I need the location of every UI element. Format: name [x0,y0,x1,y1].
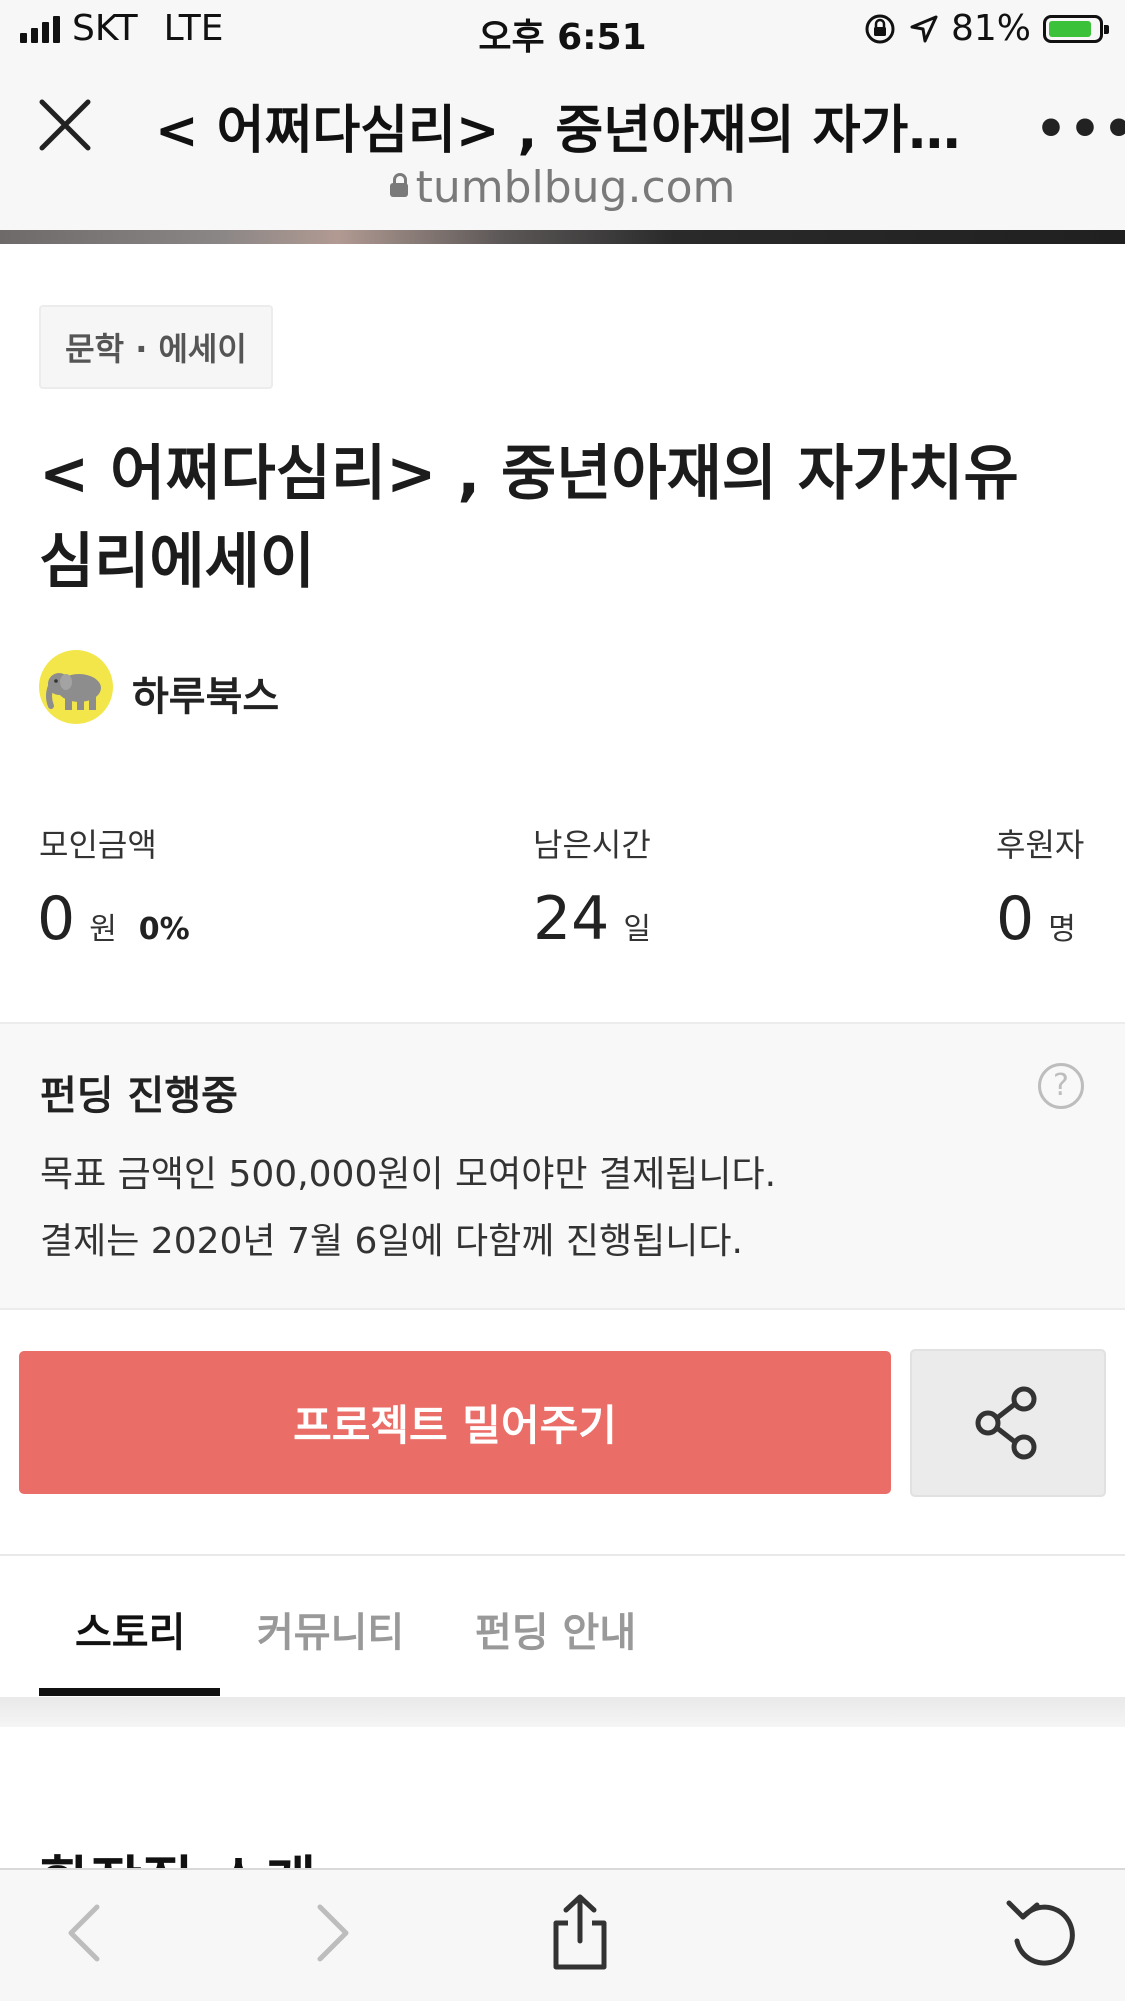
funding-goal-text: 목표 금액인 500,000원이 모여야만 결제됩니다. [40,1154,777,1195]
project-title: < 어쩌다심리> , 중년아재의 자가치유 심리에세이 [39,430,1089,606]
url-text: tumblbug.com [415,162,736,213]
url-bar[interactable]: tumblbug.com [0,162,1125,213]
share-icon [975,1386,1037,1460]
remaining-label: 남은시간 [533,826,651,864]
forward-icon[interactable] [292,1893,372,1973]
section-divider [0,1554,1125,1556]
raised-unit: 원 [89,912,117,947]
battery-icon [1043,14,1109,43]
raised-label: 모인금액 [39,826,157,864]
status-right: 81% [863,8,1109,49]
share-button[interactable] [910,1349,1106,1497]
project-title-line1: < 어쩌다심리> , 중년아재의 자가치유 [39,439,1019,509]
remaining-value: 24 [533,884,610,954]
back-icon[interactable] [45,1893,125,1973]
tab-bar-shadow [0,1697,1125,1727]
creator-avatar[interactable] [39,650,113,724]
funding-status: 펀딩 진행중 [40,1073,238,1119]
story-heading-peek: 환장질 스케 [39,1838,316,1868]
backers-value: 0 [996,884,1035,954]
location-icon [910,15,938,42]
tab-funding-guide[interactable]: 펀딩 안내 [475,1600,636,1658]
status-bar: SKT LTE 오후 6:51 81% [0,0,1125,60]
funding-payment-text: 결제는 2020년 7월 6일에 다함께 진행됩니다. [40,1221,743,1262]
remaining-stat: 24 일 [533,884,651,954]
active-tab-indicator [39,1688,220,1696]
push-project-button[interactable]: 프로젝트 밀어주기 [19,1351,891,1494]
raised-percent: 0% [138,912,190,947]
raised-stat: 0 원 0% [37,884,190,954]
share-sheet-icon[interactable] [540,1893,620,1973]
browser-tab-title: < 어쩌다심리> , 중년아재의 자가… [155,101,961,161]
help-icon[interactable]: ? [1038,1063,1084,1109]
tab-community[interactable]: 커뮤니티 [257,1600,404,1658]
rotation-lock-icon [865,14,895,43]
raised-value: 0 [37,884,76,954]
more-icon[interactable]: ••• [1035,100,1125,158]
backers-unit: 명 [1048,912,1076,947]
backers-label: 후원자 [996,826,1085,864]
reload-icon[interactable] [1003,1893,1083,1973]
creator-name[interactable]: 하루북스 [132,664,279,722]
elephant-icon [46,673,101,710]
lock-icon [389,173,408,197]
battery-percent: 81% [950,8,1031,49]
backers-stat: 0 명 [996,884,1076,954]
close-icon[interactable] [36,96,94,154]
category-badge[interactable]: 문학 · 에세이 [39,305,273,389]
tab-story[interactable]: 스토리 [75,1600,185,1658]
cover-image-edge [0,230,1125,244]
remaining-unit: 일 [623,912,651,947]
project-title-line2: 심리에세이 [39,527,315,597]
